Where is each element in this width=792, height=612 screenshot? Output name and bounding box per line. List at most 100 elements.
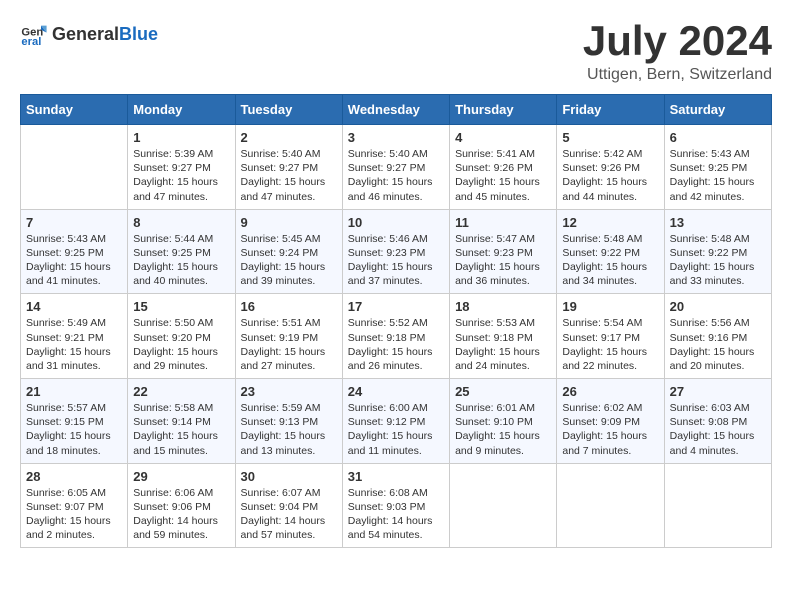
day-info-line: Sunset: 9:27 PM — [348, 161, 444, 175]
day-info-line: and 59 minutes. — [133, 528, 229, 542]
day-number: 15 — [133, 299, 229, 314]
day-info-line: Sunrise: 5:43 AM — [26, 232, 122, 246]
week-row-5: 28Sunrise: 6:05 AMSunset: 9:07 PMDayligh… — [21, 463, 772, 548]
day-info-line: Daylight: 15 hours — [348, 345, 444, 359]
day-info-line: and 45 minutes. — [455, 190, 551, 204]
day-info-line: and 11 minutes. — [348, 444, 444, 458]
day-info-line: Sunset: 9:22 PM — [670, 246, 766, 260]
day-info-line: Daylight: 15 hours — [670, 175, 766, 189]
week-row-4: 21Sunrise: 5:57 AMSunset: 9:15 PMDayligh… — [21, 379, 772, 464]
day-info-line: Sunset: 9:09 PM — [562, 415, 658, 429]
month-year-title: July 2024 — [583, 20, 772, 62]
day-info-line: Daylight: 15 hours — [348, 429, 444, 443]
day-number: 4 — [455, 130, 551, 145]
calendar-cell: 14Sunrise: 5:49 AMSunset: 9:21 PMDayligh… — [21, 294, 128, 379]
day-number: 9 — [241, 215, 337, 230]
day-number: 16 — [241, 299, 337, 314]
day-info-line: Sunset: 9:13 PM — [241, 415, 337, 429]
day-info-line: Sunset: 9:10 PM — [455, 415, 551, 429]
day-info-line: and 24 minutes. — [455, 359, 551, 373]
calendar-cell: 29Sunrise: 6:06 AMSunset: 9:06 PMDayligh… — [128, 463, 235, 548]
day-info-line: Sunset: 9:27 PM — [133, 161, 229, 175]
calendar-cell: 28Sunrise: 6:05 AMSunset: 9:07 PMDayligh… — [21, 463, 128, 548]
day-info-line: Sunset: 9:14 PM — [133, 415, 229, 429]
day-info-line: Daylight: 15 hours — [670, 260, 766, 274]
day-info-line: Daylight: 15 hours — [241, 345, 337, 359]
day-info-line: Sunrise: 5:46 AM — [348, 232, 444, 246]
day-info-line: Daylight: 15 hours — [455, 345, 551, 359]
day-info-line: Sunrise: 5:48 AM — [670, 232, 766, 246]
day-info-line: Sunrise: 5:40 AM — [348, 147, 444, 161]
logo-icon: Gen eral — [20, 20, 48, 48]
logo-text: GeneralBlue — [52, 24, 158, 45]
calendar-cell: 3Sunrise: 5:40 AMSunset: 9:27 PMDaylight… — [342, 125, 449, 210]
day-info-line: Sunset: 9:18 PM — [348, 331, 444, 345]
calendar-cell: 20Sunrise: 5:56 AMSunset: 9:16 PMDayligh… — [664, 294, 771, 379]
day-number: 29 — [133, 469, 229, 484]
day-info-line: Sunset: 9:26 PM — [562, 161, 658, 175]
day-info-line: Daylight: 15 hours — [241, 260, 337, 274]
day-info-line: Sunrise: 5:41 AM — [455, 147, 551, 161]
day-number: 28 — [26, 469, 122, 484]
day-info-line: Sunset: 9:12 PM — [348, 415, 444, 429]
day-number: 23 — [241, 384, 337, 399]
day-info-line: Daylight: 15 hours — [26, 260, 122, 274]
day-info-line: Sunset: 9:26 PM — [455, 161, 551, 175]
day-info-line: Sunrise: 5:57 AM — [26, 401, 122, 415]
day-number: 19 — [562, 299, 658, 314]
day-info-line: Sunset: 9:25 PM — [133, 246, 229, 260]
day-info-line: Daylight: 15 hours — [562, 260, 658, 274]
calendar-cell — [557, 463, 664, 548]
day-info-line: and 46 minutes. — [348, 190, 444, 204]
day-info-line: Daylight: 15 hours — [241, 429, 337, 443]
day-number: 7 — [26, 215, 122, 230]
weekday-header-monday: Monday — [128, 95, 235, 125]
day-info-line: Sunset: 9:03 PM — [348, 500, 444, 514]
day-number: 27 — [670, 384, 766, 399]
day-info-line: Sunrise: 6:06 AM — [133, 486, 229, 500]
calendar-cell: 24Sunrise: 6:00 AMSunset: 9:12 PMDayligh… — [342, 379, 449, 464]
calendar-cell: 2Sunrise: 5:40 AMSunset: 9:27 PMDaylight… — [235, 125, 342, 210]
day-info-line: Daylight: 15 hours — [133, 345, 229, 359]
day-info-line: Sunrise: 5:51 AM — [241, 316, 337, 330]
day-info-line: and 7 minutes. — [562, 444, 658, 458]
day-info-line: Sunset: 9:08 PM — [670, 415, 766, 429]
day-info-line: Sunset: 9:16 PM — [670, 331, 766, 345]
day-info-line: and 31 minutes. — [26, 359, 122, 373]
day-info-line: Daylight: 15 hours — [455, 175, 551, 189]
week-row-3: 14Sunrise: 5:49 AMSunset: 9:21 PMDayligh… — [21, 294, 772, 379]
day-number: 5 — [562, 130, 658, 145]
day-info-line: Sunset: 9:21 PM — [26, 331, 122, 345]
day-info-line: Sunrise: 5:52 AM — [348, 316, 444, 330]
day-info-line: Sunrise: 6:00 AM — [348, 401, 444, 415]
day-number: 2 — [241, 130, 337, 145]
svg-text:eral: eral — [21, 36, 41, 48]
day-info-line: Sunset: 9:07 PM — [26, 500, 122, 514]
calendar-cell: 17Sunrise: 5:52 AMSunset: 9:18 PMDayligh… — [342, 294, 449, 379]
day-info-line: Sunrise: 5:42 AM — [562, 147, 658, 161]
day-info-line: Sunset: 9:25 PM — [26, 246, 122, 260]
calendar-cell: 31Sunrise: 6:08 AMSunset: 9:03 PMDayligh… — [342, 463, 449, 548]
day-info-line: Daylight: 15 hours — [26, 429, 122, 443]
calendar-cell: 25Sunrise: 6:01 AMSunset: 9:10 PMDayligh… — [450, 379, 557, 464]
day-info-line: and 39 minutes. — [241, 274, 337, 288]
day-info-line: Daylight: 15 hours — [133, 260, 229, 274]
day-info-line: Daylight: 15 hours — [26, 345, 122, 359]
weekday-header-sunday: Sunday — [21, 95, 128, 125]
day-info-line: Daylight: 15 hours — [455, 260, 551, 274]
day-info-line: Sunrise: 6:08 AM — [348, 486, 444, 500]
day-info-line: Daylight: 15 hours — [670, 345, 766, 359]
day-number: 26 — [562, 384, 658, 399]
calendar-cell: 30Sunrise: 6:07 AMSunset: 9:04 PMDayligh… — [235, 463, 342, 548]
day-info-line: Daylight: 15 hours — [562, 175, 658, 189]
calendar-cell: 6Sunrise: 5:43 AMSunset: 9:25 PMDaylight… — [664, 125, 771, 210]
day-info-line: Sunset: 9:17 PM — [562, 331, 658, 345]
calendar-cell: 15Sunrise: 5:50 AMSunset: 9:20 PMDayligh… — [128, 294, 235, 379]
day-info-line: and 47 minutes. — [133, 190, 229, 204]
day-info-line: and 36 minutes. — [455, 274, 551, 288]
week-row-1: 1Sunrise: 5:39 AMSunset: 9:27 PMDaylight… — [21, 125, 772, 210]
calendar-cell: 27Sunrise: 6:03 AMSunset: 9:08 PMDayligh… — [664, 379, 771, 464]
day-info-line: and 54 minutes. — [348, 528, 444, 542]
day-number: 31 — [348, 469, 444, 484]
day-info-line: Sunset: 9:06 PM — [133, 500, 229, 514]
